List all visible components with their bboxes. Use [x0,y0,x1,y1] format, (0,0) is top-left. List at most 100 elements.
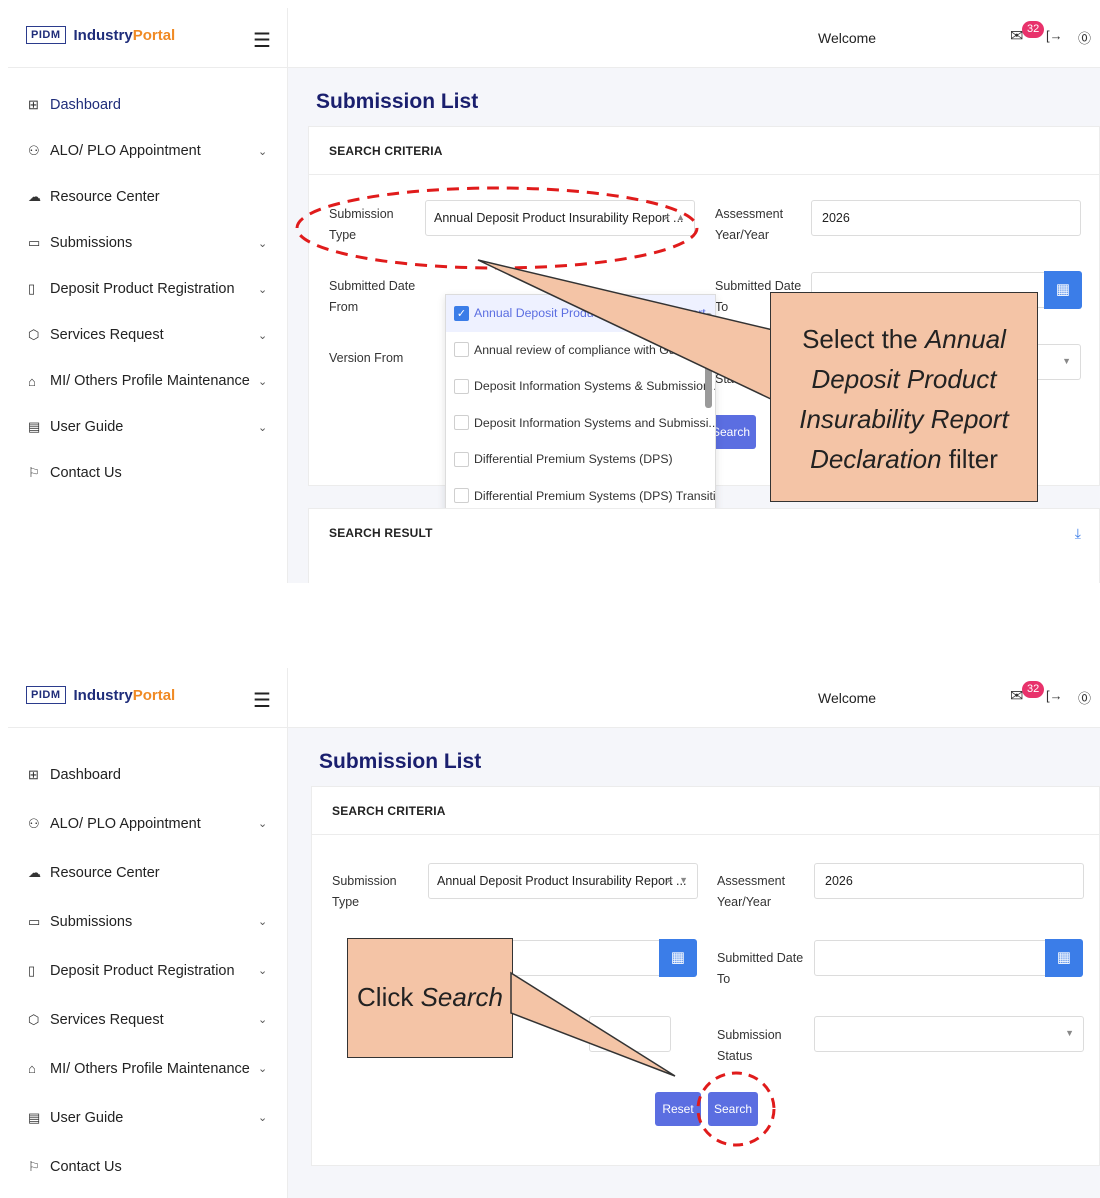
assessment-year-input[interactable]: 2026 [814,863,1084,899]
version-from-input[interactable] [589,1016,671,1052]
calendar-icon[interactable]: ▦ [1044,271,1082,309]
search-button[interactable]: Search [708,1092,758,1126]
help-icon[interactable]: ⓪ [1078,28,1091,47]
label-line: Year/Year [717,895,771,909]
dropdown-option[interactable]: ✓ Annual Deposit Product Insurability Rep… [446,295,715,332]
submission-status-select[interactable]: ▼ [814,1016,1084,1052]
checkbox-icon[interactable] [454,488,469,504]
dashboard-grid-icon: ⊞ [28,97,39,112]
cloud-download-icon: ☁ [28,189,41,204]
sidebar-item-services-request[interactable]: ⬡ Services Request ⌄ [8,995,287,1044]
label-line: Year/Year [715,228,769,242]
sidebar-item-label: Services Request [50,327,164,343]
submitted-date-to-label: Submitted Date To [717,948,803,990]
mail-count-badge: 32 [1022,681,1045,698]
sidebar-item-user-guide[interactable]: ▤ User Guide ⌄ [8,404,287,450]
download-icon[interactable]: ⤓ [1075,525,1081,542]
search-result-card: SEARCH RESULT ⤓ [308,508,1100,583]
sidebar-item-resource-center[interactable]: ☁ Resource Center [8,848,287,897]
submitted-date-to-input[interactable] [814,940,1046,976]
label-line: Submitted Date [717,951,804,965]
callout-line: Annual [924,324,1006,354]
logout-icon[interactable]: [→ [1046,688,1063,703]
callout-click-search: Click Search [347,938,513,1058]
portal-name-accent: Portal [132,686,176,704]
dashboard-grid-icon: ⊞ [28,766,39,782]
label-line: Assessment [717,874,786,888]
checkbox-icon[interactable] [454,451,469,467]
chevron-down-icon[interactable]: ▼ [1062,356,1071,366]
dropdown-option[interactable]: Deposit Information Systems and Submissi… [446,405,715,442]
sidebar-item-alo-plo-appointment[interactable]: ⚇ ALO/ PLO Appointment ⌄ [8,128,287,174]
reset-button[interactable]: Reset [655,1092,701,1126]
sidebar-item-user-guide[interactable]: ▤ User Guide ⌄ [8,1093,287,1142]
chevron-down-icon: ⌄ [258,965,268,977]
sidebar-item-services-request[interactable]: ⬡ Services Request ⌄ [8,312,287,358]
hamburger-menu-icon[interactable]: ☰ [253,28,271,53]
pidm-logo-badge: PIDM [26,26,66,44]
label-line: Status [715,372,751,386]
submitted-date-from-label: Submitted Date From [329,276,415,318]
sidebar-item-label: User Guide [50,419,124,435]
sidebar-item-label: User Guide [50,1109,124,1126]
dropdown-option[interactable]: Annual review of compliance with Guideli… [446,332,715,369]
scrollbar-thumb[interactable] [705,313,712,408]
portal-name: IndustryPortal [74,687,176,704]
submission-type-select[interactable]: Annual Deposit Product Insurability Repo… [425,200,695,236]
callout-line: Search [420,982,503,1012]
chevron-down-icon: ⌄ [258,1063,268,1075]
callout-select-filter: Select the Annual Deposit Product Insura… [770,292,1038,502]
portal-logo[interactable]: PIDM IndustryPortal [26,26,175,44]
portal-logo[interactable]: PIDM IndustryPortal [26,686,175,704]
sidebar-item-label: Dashboard [50,766,121,783]
hamburger-menu-icon[interactable]: ☰ [253,688,271,713]
checkbox-icon[interactable] [454,342,469,358]
sidebar-item-mi-others-profile[interactable]: ⌂ MI/ Others Profile Maintenance ⌄ [8,1044,287,1093]
chevron-down-icon[interactable]: ▼ [1065,1028,1074,1038]
sidebar-item-contact-us[interactable]: ⚐ Contact Us [8,450,287,496]
assessment-year-input[interactable]: 2026 [811,200,1081,236]
label-line: To [717,972,731,986]
sidebar-item-submissions[interactable]: ▭ Submissions ⌄ [8,220,287,266]
chevron-down-icon: ⌄ [258,375,268,388]
help-icon[interactable]: ⓪ [1078,688,1091,707]
portal-name: IndustryPortal [74,27,176,44]
sidebar: PIDM IndustryPortal ☰ ⊞ Dashboard ⚇ ALO/ P… [8,8,288,583]
sidebar-item-resource-center[interactable]: ☁ Resource Center [8,174,287,220]
clear-selection-icon[interactable]: × [665,873,673,888]
sidebar-item-alo-plo-appointment[interactable]: ⚇ ALO/ PLO Appointment ⌄ [8,799,287,848]
sidebar-item-label: MI/ Others Profile Maintenance [50,1060,250,1077]
dropdown-option[interactable]: Deposit Information Systems & Submission… [446,368,715,405]
welcome-text: Welcome [818,690,877,706]
logout-icon[interactable]: [→ [1046,28,1063,43]
calendar-icon[interactable]: ▦ [1045,939,1083,977]
sidebar-item-mi-others-profile[interactable]: ⌂ MI/ Others Profile Maintenance ⌄ [8,358,287,404]
clear-selection-icon[interactable]: × [662,210,670,225]
dropdown-option[interactable]: Differential Premium Systems (DPS) [446,441,715,478]
sidebar-item-contact-us[interactable]: ⚐ Contact Us [8,1142,287,1191]
sidebar-nav: ⊞ Dashboard ⚇ ALO/ PLO Appointment ⌄ ☁ Resou… [8,68,287,496]
sidebar-item-dashboard[interactable]: ⊞ Dashboard [8,82,287,128]
guide-document-icon: ▤ [28,419,41,434]
calendar-icon[interactable]: ▦ [659,939,697,977]
sidebar-item-dashboard[interactable]: ⊞ Dashboard [8,750,287,799]
sidebar-item-deposit-product-registration[interactable]: ▯ Deposit Product Registration ⌄ [8,946,287,995]
checkbox-icon[interactable] [454,378,469,394]
top-bar: Welcome ✉ 32 [→ ⓪ [288,8,1100,68]
sidebar-item-label: Services Request [50,1011,164,1028]
sidebar-item-submissions[interactable]: ▭ Submissions ⌄ [8,897,287,946]
sidebar-item-deposit-product-registration[interactable]: ▯ Deposit Product Registration ⌄ [8,266,287,312]
chevron-up-icon[interactable]: ▲ [676,212,685,222]
chevron-down-icon: ⌄ [258,1112,268,1124]
checkbox-icon[interactable] [454,415,469,431]
callout-line: Insurability Report [799,404,1009,434]
checkbox-checked-icon[interactable]: ✓ [454,305,469,321]
submission-type-select[interactable]: Annual Deposit Product Insurability Repo… [428,863,698,899]
label-line: Submitted Date [715,279,802,293]
callout-line: Select the [802,324,925,354]
chevron-down-icon[interactable]: ▼ [679,875,688,885]
chevron-down-icon: ⌄ [258,237,268,250]
chevron-down-icon: ⌄ [258,916,268,928]
cube-icon: ⬡ [28,327,40,342]
cube-icon: ⬡ [28,1011,40,1027]
